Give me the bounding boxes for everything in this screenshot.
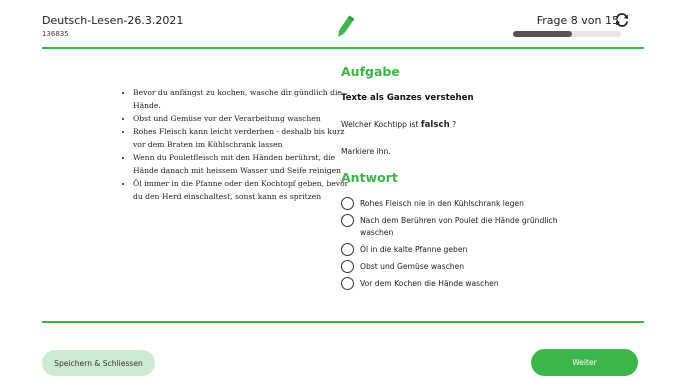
test-title: Deutsch-Lesen-26.3.2021 [42,14,184,27]
answer-label: Vor dem Kochen die Hände waschen [360,279,499,288]
answer-option[interactable]: Nach dem Berühren von Poulet die Hände g… [341,214,571,239]
answer-options: Rohes Fleisch nie in den Kühlschrank leg… [341,197,571,294]
passage-item: Bevor du anfängst zu kochen, wasche dir … [133,86,351,112]
passage-item: Rohes Fleisch kann leicht verderben - de… [133,125,351,151]
question-prefix: Welcher Kochtipp ist [341,120,419,129]
question-suffix: ? [452,120,457,129]
next-button[interactable]: Weiter [531,349,638,376]
progress-bar-fill [513,31,573,37]
radio-button[interactable] [341,197,354,210]
radio-button[interactable] [341,277,354,290]
answer-label: Öl in die kalte Pfanne geben [360,245,468,254]
task-heading: Aufgabe [341,64,400,79]
refresh-icon[interactable] [614,12,630,28]
question-progress-text: Frage 8 von 15 [536,14,619,27]
radio-button[interactable] [341,243,354,256]
answer-label: Nach dem Berühren von Poulet die Hände g… [360,216,558,237]
passage-item: Öl immer in die Pfanne oder den Kochtopf… [133,177,351,203]
progress-bar [513,31,621,37]
reading-passage: Bevor du anfängst zu kochen, wasche dir … [116,86,351,203]
question-text: Welcher Kochtipp ist falsch ? [341,120,456,130]
header-divider [42,47,644,49]
footer-divider [42,321,644,323]
radio-button[interactable] [341,260,354,273]
answer-option[interactable]: Vor dem Kochen die Hände waschen [341,277,571,290]
passage-item: Obst und Gemüse vor der Verarbeitung was… [133,112,351,125]
test-id: 136835 [42,30,69,38]
instruction-text: Markiere ihn. [341,147,391,156]
pencil-icon [338,15,355,37]
answer-option[interactable]: Öl in die kalte Pfanne geben [341,243,571,256]
task-subtitle: Texte als Ganzes verstehen [341,93,474,103]
answer-label: Rohes Fleisch nie in den Kühlschrank leg… [360,199,524,208]
answer-heading: Antwort [341,170,398,185]
radio-button[interactable] [341,214,354,227]
passage-item: Wenn du Pouletfleisch mit den Händen ber… [133,151,351,177]
answer-option[interactable]: Obst und Gemüse waschen [341,260,571,273]
question-emphasis: falsch [420,120,450,130]
answer-label: Obst und Gemüse waschen [360,262,465,271]
answer-option[interactable]: Rohes Fleisch nie in den Kühlschrank leg… [341,197,571,210]
save-and-close-button[interactable]: Speichern & Schliessen [42,350,155,376]
